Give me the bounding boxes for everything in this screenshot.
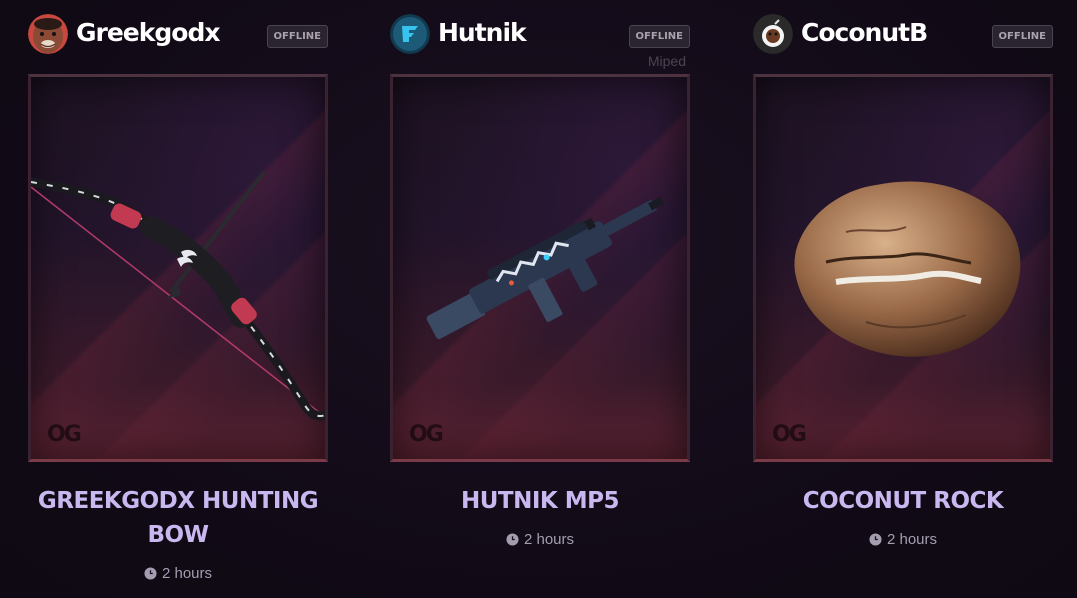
clock-icon (869, 533, 882, 546)
sub-label: Miped (647, 53, 686, 69)
time-text: 2 hours (161, 565, 213, 582)
mp5-gun-icon (426, 196, 665, 340)
username[interactable]: Greekgodx (76, 17, 220, 49)
time-text: 2 hours (523, 531, 575, 548)
item-image-frame[interactable]: OG (390, 74, 690, 462)
streamer-card: Greekgodx OFFLINE OG GREEKGODX HUNTING B… (28, 0, 328, 598)
item-title[interactable]: COCONUT ROCK (753, 484, 1053, 518)
status-badge: OFFLINE (628, 25, 690, 48)
card-header: CoconutB OFFLINE (753, 14, 1053, 54)
streamer-items-grid: Greekgodx OFFLINE OG GREEKGODX HUNTING B… (0, 0, 1077, 598)
og-watermark-logo: OG (772, 422, 807, 447)
time-info: 2 hours (390, 531, 690, 548)
hunting-bow-icon (31, 170, 325, 421)
time-text: 2 hours (886, 531, 938, 548)
coconut-avatar-icon[interactable] (753, 14, 793, 54)
status-badge: OFFLINE (991, 25, 1053, 48)
time-info: 2 hours (753, 531, 1053, 548)
clock-icon (144, 567, 157, 580)
card-header: Hutnik OFFLINE Miped (390, 14, 690, 69)
hutnik-logo-avatar-icon[interactable] (390, 14, 430, 54)
username[interactable]: Hutnik (438, 17, 527, 49)
item-title[interactable]: GREEKGODX HUNTING BOW (28, 484, 328, 552)
time-info: 2 hours (28, 565, 328, 582)
clock-icon (506, 533, 519, 546)
item-title[interactable]: HUTNIK MP5 (390, 484, 690, 518)
item-image-frame[interactable]: OG (753, 74, 1053, 462)
status-badge: OFFLINE (266, 25, 328, 48)
streamer-card: Hutnik OFFLINE Miped OG HUTNIK MP5 2 hou… (390, 0, 690, 598)
username[interactable]: CoconutB (801, 17, 928, 49)
card-header: Greekgodx OFFLINE (28, 14, 328, 54)
og-watermark-logo: OG (47, 422, 82, 447)
face-avatar-icon[interactable] (28, 14, 68, 54)
item-image-frame[interactable]: OG (28, 74, 328, 462)
coconut-rock-icon (794, 181, 1021, 357)
streamer-card: CoconutB OFFLINE OG COCONUT ROCK 2 hours (753, 0, 1053, 598)
og-watermark-logo: OG (409, 422, 444, 447)
